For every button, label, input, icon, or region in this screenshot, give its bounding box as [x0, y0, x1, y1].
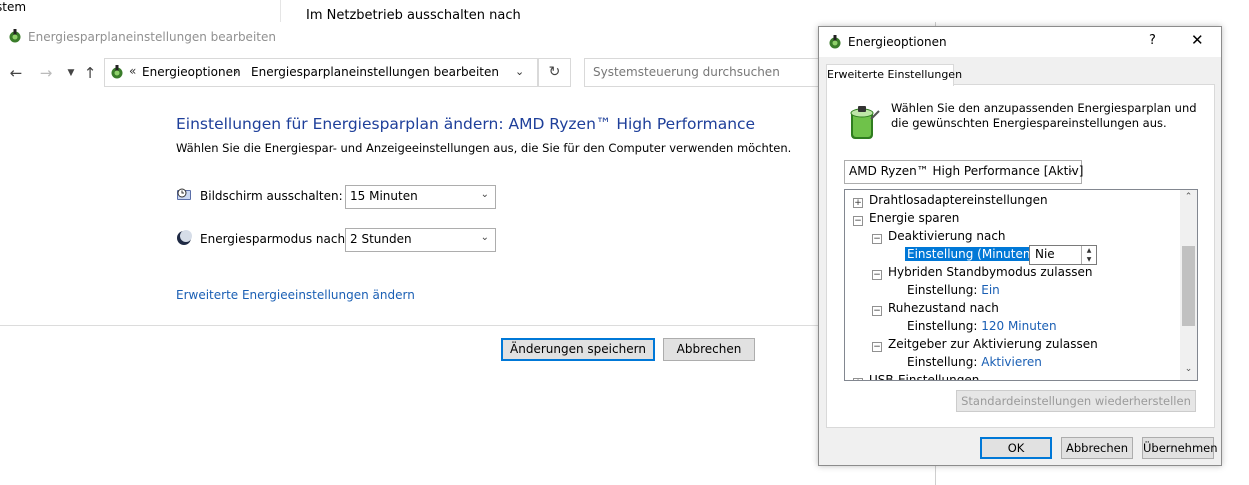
setting-value[interactable]: 120 Minuten	[981, 319, 1056, 333]
chevron-down-icon: ⌄	[480, 232, 489, 243]
expand-icon[interactable]: +	[853, 198, 863, 208]
control-panel-titlebar: Energiesparplaneinstellungen bearbeiten	[0, 22, 935, 52]
expand-icon[interactable]: +	[853, 378, 863, 380]
apply-button[interactable]: Übernehmen	[1142, 437, 1218, 459]
dialog-titlebar: Energieoptionen ? ✕	[819, 27, 1221, 57]
monitor-clock-icon	[177, 188, 191, 200]
breadcrumb-overflow-icon[interactable]: «	[129, 64, 136, 78]
dialog-cancel-button[interactable]: Abbrechen	[1061, 437, 1133, 459]
address-dropdown-chevron-icon[interactable]: ⌄	[515, 65, 524, 78]
setting-value[interactable]: Aktivieren	[981, 355, 1042, 369]
tree-scrollbar[interactable]: ⌃ ⌄	[1180, 190, 1197, 380]
display-off-value: 15 Minuten	[350, 189, 418, 203]
address-bar[interactable]: « Energieoptionen › Energiesparplaneinst…	[104, 58, 538, 87]
tree-item-hybrid-sleep[interactable]: Hybriden Standbymodus zulassen	[888, 265, 1092, 279]
page-title: Einstellungen für Energiesparplan ändern…	[176, 115, 756, 133]
search-placeholder: Systemsteuerung durchsuchen	[593, 65, 780, 79]
chevron-down-icon: ⌄	[480, 189, 489, 200]
background-window	[0, 0, 1249, 22]
tree-item-wireless[interactable]: Drahtlosadaptereinstellungen	[869, 193, 1048, 207]
tree-setting-minutes-label[interactable]: Einstellung (Minuten):	[905, 247, 1042, 261]
divider	[0, 325, 935, 326]
collapse-icon[interactable]: −	[872, 234, 882, 244]
display-off-label: Bildschirm ausschalten:	[200, 189, 343, 203]
collapse-icon[interactable]: −	[853, 216, 863, 226]
scroll-down-icon[interactable]: ⌄	[1180, 364, 1197, 374]
tree-item-wake-timers[interactable]: Zeitgeber zur Aktivierung zulassen	[888, 337, 1098, 351]
breadcrumb-separator-icon[interactable]: ›	[234, 65, 238, 78]
tree-item-usb[interactable]: USB-Einstellungen	[869, 373, 979, 380]
chevron-down-icon: ⌄	[1066, 164, 1075, 175]
minutes-stepper-value[interactable]: Nie	[1035, 247, 1055, 261]
tree-item-energy-save[interactable]: Energie sparen	[869, 211, 959, 225]
battery-power-icon	[850, 106, 880, 139]
background-window-label: stem	[0, 0, 27, 14]
page-description: Wählen Sie die Energiespar- und Anzeigee…	[176, 141, 792, 155]
sleep-select[interactable]: 2 Stunden ⌄	[345, 228, 496, 252]
tab-advanced-settings[interactable]: Erweiterte Einstellungen	[826, 64, 962, 86]
tree-setting-row[interactable]: Einstellung: 120 Minuten	[907, 319, 1057, 333]
power-options-icon	[829, 35, 841, 49]
advanced-settings-link[interactable]: Erweiterte Energieeinstellungen ändern	[176, 288, 415, 302]
power-options-dialog: Energieoptionen ? ✕ Erweiterte Einstellu…	[818, 26, 1222, 466]
search-input[interactable]: Systemsteuerung durchsuchen	[584, 58, 821, 87]
power-plan-value: AMD Ryzen™ High Performance [Aktiv]	[849, 164, 1084, 178]
tab-panel: Wählen Sie den anzupassenden Energiespar…	[826, 84, 1215, 428]
breadcrumb-edit-plan-settings[interactable]: Energiesparplaneinstellungen bearbeiten	[251, 65, 499, 79]
collapse-icon[interactable]: −	[872, 342, 882, 352]
tree-item-deactivate-after[interactable]: Deaktivierung nach	[888, 229, 1006, 243]
help-icon[interactable]: ?	[1149, 33, 1156, 48]
settings-tree[interactable]: + Drahtlosadaptereinstellungen − Energie…	[844, 189, 1198, 381]
dialog-description: Wählen Sie den anzupassenden Energiespar…	[891, 101, 1197, 130]
tree-item-hibernate-after[interactable]: Ruhezustand nach	[888, 301, 999, 315]
setting-label: Einstellung:	[907, 319, 978, 333]
setting-label: Einstellung:	[907, 283, 978, 297]
navigation-bar: ← → ▼ ↑ « Energieoptionen › Energiesparp…	[0, 52, 935, 93]
setting-label: Einstellung:	[907, 355, 978, 369]
dialog-title: Energieoptionen	[848, 35, 947, 49]
minutes-stepper[interactable]: Nie ▲ ▼	[1029, 245, 1097, 265]
scrollbar-thumb[interactable]	[1182, 246, 1195, 326]
cancel-button[interactable]: Abbrechen	[663, 338, 755, 361]
sleep-value: 2 Stunden	[350, 232, 412, 246]
tree-setting-row[interactable]: Einstellung: Ein	[907, 283, 1000, 297]
background-divider	[280, 0, 281, 22]
moon-sleep-icon	[177, 230, 192, 245]
power-options-icon	[9, 29, 21, 43]
control-panel-window: Energiesparplaneinstellungen bearbeiten …	[0, 22, 936, 485]
collapse-icon[interactable]: −	[872, 270, 882, 280]
back-arrow-icon[interactable]: ←	[8, 65, 24, 81]
refresh-button[interactable]: ↻	[538, 58, 571, 87]
close-icon[interactable]: ✕	[1191, 31, 1204, 49]
setting-value[interactable]: Ein	[981, 283, 1000, 297]
refresh-icon: ↻	[548, 64, 561, 80]
background-setting-label: Im Netzbetrieb ausschalten nach	[306, 8, 521, 23]
window-title: Energiesparplaneinstellungen bearbeiten	[28, 30, 276, 44]
display-off-select[interactable]: 15 Minuten ⌄	[345, 185, 496, 209]
up-arrow-icon[interactable]: ↑	[82, 65, 98, 81]
power-options-icon	[111, 65, 123, 79]
sleep-label: Energiesparmodus nach:	[200, 232, 350, 246]
collapse-icon[interactable]: −	[872, 306, 882, 316]
stepper-arrows-icon[interactable]: ▲ ▼	[1081, 246, 1096, 264]
power-plan-select[interactable]: AMD Ryzen™ High Performance [Aktiv] ⌄	[844, 160, 1084, 184]
tree-setting-row[interactable]: Einstellung: Aktivieren	[907, 355, 1042, 369]
ok-button[interactable]: OK	[980, 437, 1052, 459]
save-changes-button[interactable]: Änderungen speichern	[501, 338, 655, 361]
recent-locations-chevron-icon[interactable]: ▼	[63, 65, 79, 81]
selected-setting-label: Einstellung (Minuten):	[905, 247, 1042, 261]
forward-arrow-icon[interactable]: →	[38, 65, 54, 81]
breadcrumb-power-options[interactable]: Energieoptionen	[142, 65, 241, 79]
scroll-up-icon[interactable]: ⌃	[1180, 192, 1197, 202]
restore-defaults-button[interactable]: Standardeinstellungen wiederherstellen	[956, 390, 1196, 412]
